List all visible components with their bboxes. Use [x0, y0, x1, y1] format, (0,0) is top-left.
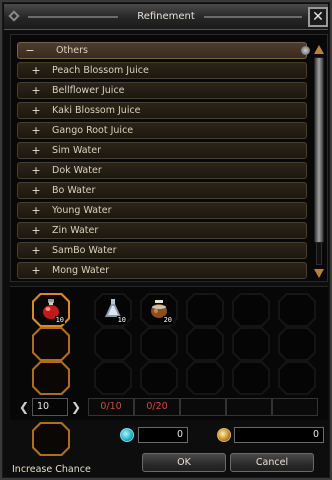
ingredient-slot[interactable]	[94, 327, 132, 361]
recipe-label: SamBo Water	[52, 245, 117, 256]
scroll-thumb[interactable]	[314, 57, 324, 243]
list-item[interactable]: + Bellflower Juice	[17, 82, 307, 99]
recipe-label: Young Water	[52, 205, 112, 216]
result-slot-empty[interactable]	[32, 327, 70, 361]
cancel-button[interactable]: Cancel	[230, 453, 314, 472]
ok-button[interactable]: OK	[142, 453, 226, 472]
scroll-up-arrow-icon[interactable]	[313, 43, 325, 55]
recipe-label: Bo Water	[52, 185, 96, 196]
refinement-window: Refinement ✕ − Others + Peach Blossom Ju…	[0, 0, 332, 480]
gold-value-field: 0	[234, 427, 324, 443]
list-item[interactable]: + Kaki Blossom Juice	[17, 102, 307, 119]
recipe-label: Dok Water	[52, 165, 102, 176]
requirement-count-empty	[226, 398, 272, 416]
ingredient-slot[interactable]: 20	[140, 293, 178, 327]
list-scrollbar[interactable]	[313, 43, 325, 279]
recipe-label: Bellflower Juice	[52, 85, 125, 96]
gem-value-field: 0	[138, 427, 188, 443]
list-item[interactable]: + Sim Water	[17, 142, 307, 159]
recipe-label: Peach Blossom Juice	[52, 65, 149, 76]
quantity-input[interactable]: 10	[32, 398, 68, 416]
list-item[interactable]: + Gango Root Juice	[17, 122, 307, 139]
increase-chance-slot[interactable]	[32, 422, 70, 456]
expand-toggle[interactable]: +	[28, 163, 44, 178]
category-label: Others	[56, 45, 88, 56]
expand-toggle[interactable]: +	[28, 223, 44, 238]
ingredient-slot[interactable]	[278, 327, 316, 361]
collapse-toggle[interactable]: −	[22, 43, 38, 58]
item-count: 10	[116, 316, 127, 324]
ingredient-slot[interactable]	[232, 361, 270, 395]
expand-toggle[interactable]: +	[28, 263, 44, 278]
list-item[interactable]: + Peach Blossom Juice	[17, 62, 307, 79]
recipe-label: Sim Water	[52, 145, 102, 156]
item-count: 20	[162, 316, 173, 324]
recipe-label: Mong Water	[52, 265, 110, 276]
recipe-label: Zin Water	[52, 225, 99, 236]
requirement-count-empty	[180, 398, 226, 416]
recipe-label: Kaki Blossom Juice	[52, 105, 141, 116]
increase-arrow-icon[interactable]: ❯	[70, 400, 82, 414]
gold-coin-icon	[217, 428, 231, 442]
close-button[interactable]: ✕	[308, 7, 328, 27]
ingredient-slot[interactable]	[186, 361, 224, 395]
list-item[interactable]: + Young Water	[17, 202, 307, 219]
recipe-list: − Others + Peach Blossom Juice + Bellflo…	[10, 34, 328, 282]
expand-toggle[interactable]: +	[28, 203, 44, 218]
gem-icon	[120, 428, 134, 442]
expand-toggle[interactable]: +	[28, 143, 44, 158]
ingredient-slot[interactable]: 10	[94, 293, 132, 327]
list-item[interactable]: + Mong Water	[17, 262, 307, 279]
increase-chance-label: Increase Chance	[12, 464, 91, 475]
result-slot-empty[interactable]	[32, 361, 70, 395]
requirement-count: 0/10	[88, 398, 134, 416]
result-slot[interactable]: 10	[32, 293, 70, 327]
expand-toggle[interactable]: +	[28, 183, 44, 198]
ingredient-slot[interactable]	[232, 293, 270, 327]
expand-toggle[interactable]: +	[28, 63, 44, 78]
requirement-count-empty	[272, 398, 318, 416]
ingredient-slot[interactable]	[186, 293, 224, 327]
row-knob-icon	[301, 46, 310, 55]
requirement-count: 0/20	[134, 398, 180, 416]
scroll-down-arrow-icon[interactable]	[313, 267, 325, 279]
title-bar[interactable]: Refinement ✕	[4, 4, 328, 30]
expand-toggle[interactable]: +	[28, 123, 44, 138]
ingredient-slot[interactable]	[94, 361, 132, 395]
expand-toggle[interactable]: +	[28, 83, 44, 98]
quantity-row: ❮ 10 ❯ 0/10 0/20	[10, 398, 328, 416]
list-item[interactable]: + Bo Water	[17, 182, 307, 199]
category-row-others[interactable]: − Others	[17, 42, 310, 59]
ingredient-slot[interactable]	[140, 361, 178, 395]
recipe-label: Gango Root Juice	[52, 125, 134, 136]
title-rule-right	[204, 16, 302, 18]
ingredient-slot[interactable]	[186, 327, 224, 361]
ingredient-slot[interactable]	[278, 361, 316, 395]
expand-toggle[interactable]: +	[28, 243, 44, 258]
ingredient-slot[interactable]	[140, 327, 178, 361]
list-item[interactable]: + SamBo Water	[17, 242, 307, 259]
item-count: 10	[54, 316, 65, 324]
decrease-arrow-icon[interactable]: ❮	[18, 400, 30, 414]
list-item[interactable]: + Zin Water	[17, 222, 307, 239]
list-item[interactable]: + Dok Water	[17, 162, 307, 179]
ingredient-slot[interactable]	[232, 327, 270, 361]
expand-toggle[interactable]: +	[28, 103, 44, 118]
ingredient-slot[interactable]	[278, 293, 316, 327]
